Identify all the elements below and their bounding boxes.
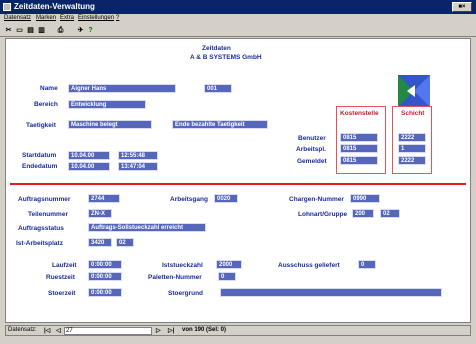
iststueckzahl-field[interactable]: 2000 bbox=[216, 260, 242, 269]
header-title: Zeitdaten bbox=[202, 45, 231, 52]
lohnart-label: Lohnart/Gruppe bbox=[298, 211, 348, 218]
app-icon bbox=[3, 3, 11, 11]
arbeitspl-field[interactable]: 0815 bbox=[340, 144, 378, 153]
print-icon[interactable]: ⎙ bbox=[56, 26, 65, 35]
form-icon[interactable]: ▥ bbox=[37, 26, 46, 35]
company-logo-icon bbox=[398, 75, 430, 107]
window-controls-button[interactable]: ■× bbox=[452, 2, 472, 12]
arbeitsgang-label: Arbeitsgang bbox=[170, 196, 208, 203]
toolbar: ✂ ▭ ▤ ▥ ⎙ ✈ ? bbox=[0, 25, 476, 37]
menu-einstellungen[interactable]: Einstellungen bbox=[78, 15, 114, 21]
stoerzeit-label: Stoerzeit bbox=[48, 290, 76, 297]
menu-marken[interactable]: Marken bbox=[36, 15, 56, 21]
window-title: Zeitdaten-Verwaltung bbox=[14, 2, 95, 11]
startzeit-field[interactable]: 12:55:48 bbox=[118, 151, 158, 160]
taetigkeit-extra-field[interactable]: Ende bezahlte Taetigkeit bbox=[172, 120, 268, 129]
taetigkeit-field[interactable]: Maschine belegt bbox=[68, 120, 152, 129]
iststueckzahl-label: Iststueckzahl bbox=[162, 262, 203, 269]
ruestzeit-field[interactable]: 0:00:00 bbox=[88, 272, 122, 281]
startdatum-label: Startdatum bbox=[22, 152, 57, 159]
chargen-field[interactable]: 0990 bbox=[350, 194, 380, 203]
teilenummer-field[interactable]: ZN-X bbox=[88, 209, 112, 218]
auftragsstatus-label: Auftragsstatus bbox=[18, 225, 64, 232]
gemeldet-field[interactable]: 0815 bbox=[340, 156, 378, 165]
ausschuss-label: Ausschuss geliefert bbox=[278, 262, 340, 269]
laufzeit-label: Laufzeit bbox=[52, 262, 77, 269]
auftragsstatus-field[interactable]: Auftrags-Sollstueckzahl erreicht bbox=[88, 223, 206, 232]
lohnart-field-2[interactable]: 02 bbox=[380, 209, 400, 218]
datensatz-label: Datensatz: bbox=[8, 327, 37, 333]
ist-arbeitsplatz-label: Ist-Arbeitsplatz bbox=[16, 240, 63, 247]
ist-arbeitsplatz-field-2[interactable]: 02 bbox=[116, 238, 134, 247]
help-icon[interactable]: ? bbox=[86, 26, 95, 35]
section-divider bbox=[10, 183, 466, 185]
teilenummer-label: Teilenummer bbox=[28, 211, 68, 218]
table-icon[interactable]: ▤ bbox=[26, 26, 35, 35]
bereich-label: Bereich bbox=[34, 101, 58, 108]
chargen-label: Chargen-Nummer bbox=[289, 196, 344, 203]
stoerzeit-field[interactable]: 0:00:00 bbox=[88, 288, 122, 297]
first-record-button[interactable]: |◁ bbox=[44, 327, 50, 334]
title-bar: Zeitdaten-Verwaltung ■× bbox=[0, 0, 476, 14]
startdatum-field[interactable]: 10.04.00 bbox=[68, 151, 110, 160]
schicht-field-2[interactable]: 1 bbox=[398, 144, 426, 153]
bereich-field[interactable]: Entwicklung bbox=[68, 100, 146, 109]
endedatum-field[interactable]: 10.04.00 bbox=[68, 162, 110, 171]
name-label: Name bbox=[40, 85, 58, 92]
next-record-button[interactable]: ▷ bbox=[156, 327, 161, 334]
company-name: A & B SYSTEMS GmbH bbox=[190, 54, 262, 61]
record-number-input[interactable]: 27 bbox=[64, 327, 152, 335]
menu-bar: Datensatz Marken Extra Einstellungen ? bbox=[0, 14, 476, 25]
prev-record-button[interactable]: ◁ bbox=[56, 327, 61, 334]
endedatum-label: Endedatum bbox=[22, 163, 58, 170]
ruestzeit-label: Ruestzeit bbox=[46, 274, 75, 281]
last-record-button[interactable]: ▷| bbox=[168, 327, 174, 334]
endezeit-field[interactable]: 13:47:04 bbox=[118, 162, 158, 171]
kostenstelle-title: Kostenstelle bbox=[340, 110, 379, 117]
menu-datensatz[interactable]: Datensatz bbox=[4, 15, 31, 21]
whats-this-icon[interactable]: ✈ bbox=[76, 26, 85, 35]
gemeldet-label: Gemeldet bbox=[297, 158, 327, 165]
schicht-field-3[interactable]: 2222 bbox=[398, 156, 426, 165]
benutzer-field[interactable]: 0815 bbox=[340, 133, 378, 142]
new-icon[interactable]: ▭ bbox=[15, 26, 24, 35]
stoergrund-field[interactable] bbox=[220, 288, 442, 297]
ausschuss-field[interactable]: 0 bbox=[358, 260, 376, 269]
stoergrund-label: Stoergrund bbox=[168, 290, 204, 297]
record-count: von 190 (Sel: 0) bbox=[182, 327, 227, 333]
zeitdaten-form: Zeitdaten A & B SYSTEMS GmbH Name Aigner… bbox=[5, 38, 471, 323]
benutzer-label: Benutzer bbox=[298, 135, 326, 142]
arbeitsgang-field[interactable]: 0020 bbox=[214, 194, 238, 203]
name-field[interactable]: Aigner Hans bbox=[68, 84, 176, 93]
auftragsnummer-field[interactable]: 2744 bbox=[88, 194, 120, 203]
ist-arbeitsplatz-field-1[interactable]: 3420 bbox=[88, 238, 112, 247]
paletten-label: Paletten-Nummer bbox=[148, 274, 202, 281]
auftragsnummer-label: Auftragsnummer bbox=[18, 196, 71, 203]
lohnart-field-1[interactable]: 200 bbox=[352, 209, 374, 218]
personnel-id-field[interactable]: 001 bbox=[204, 84, 232, 93]
laufzeit-field[interactable]: 0:00:00 bbox=[88, 260, 122, 269]
paletten-field[interactable]: 0 bbox=[218, 272, 236, 281]
schicht-title: Schicht bbox=[401, 110, 425, 117]
record-navigator: Datensatz: |◁ ◁ 27 ▷ ▷| von 190 (Sel: 0) bbox=[5, 325, 471, 336]
schicht-field-1[interactable]: 2222 bbox=[398, 133, 426, 142]
cut-icon[interactable]: ✂ bbox=[4, 26, 13, 35]
taetigkeit-label: Taetigkeit bbox=[26, 122, 56, 129]
arbeitspl-label: Arbeitspl. bbox=[296, 146, 326, 153]
menu-help[interactable]: ? bbox=[116, 15, 119, 21]
menu-extra[interactable]: Extra bbox=[60, 15, 74, 21]
